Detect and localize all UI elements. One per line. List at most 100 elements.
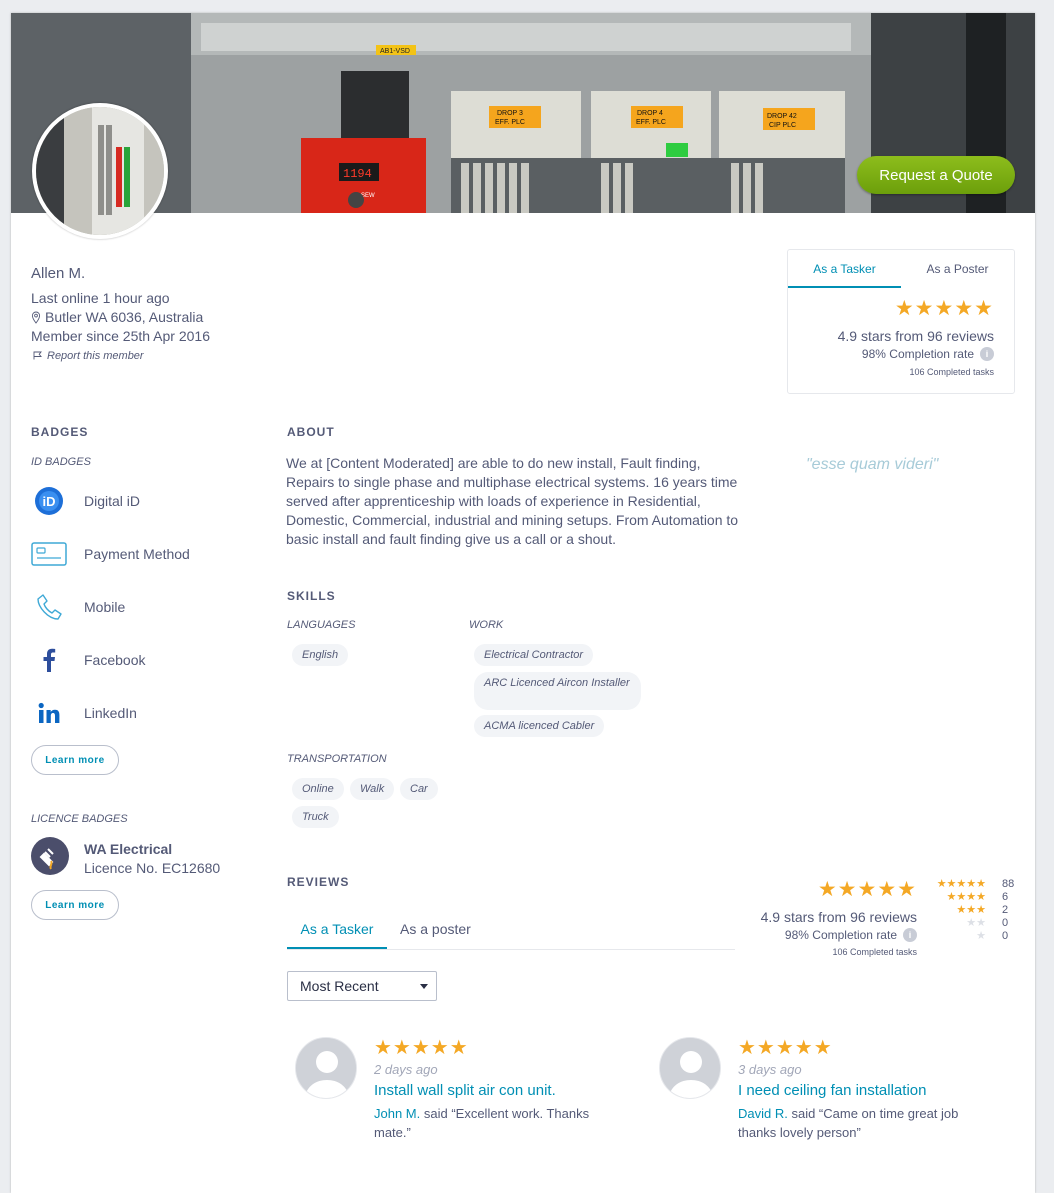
request-quote-button[interactable]: Request a Quote xyxy=(857,156,1015,194)
reviews-completion-label: Completion rate xyxy=(812,928,897,942)
review-sort-value: Most Recent xyxy=(300,978,379,994)
digital-id-icon: iD xyxy=(31,483,67,519)
badge-digital-id[interactable]: iD Digital iD xyxy=(31,483,251,519)
badge-label: Facebook xyxy=(84,652,146,668)
svg-text:iD: iD xyxy=(43,494,56,509)
distribution-count: 0 xyxy=(1002,930,1009,942)
skill-chip: English xyxy=(292,644,349,666)
transportation-title: TRANSPORTATION xyxy=(287,753,387,765)
reviewer-avatar xyxy=(659,1037,721,1099)
member-since: Member since 25th Apr 2016 xyxy=(31,328,210,344)
member-name: Allen M. xyxy=(31,265,86,282)
rating-distribution-row: ★★ 0 xyxy=(930,917,1020,930)
distribution-count: 0 xyxy=(1002,917,1009,929)
reviews-completion-rate: 98% Completion rate i xyxy=(785,928,917,942)
review-date: 3 days ago xyxy=(738,1062,802,1077)
last-online: Last online 1 hour ago xyxy=(31,290,170,306)
info-icon[interactable]: i xyxy=(980,347,994,361)
languages-title: LANGUAGES xyxy=(287,619,356,631)
distribution-count: 6 xyxy=(1002,891,1009,903)
learn-more-id-button[interactable]: Learn more xyxy=(31,745,119,775)
phone-icon xyxy=(31,589,67,625)
user-silhouette-icon xyxy=(660,1038,720,1098)
location-pin-icon xyxy=(31,311,41,324)
cover-label-drop4: DROP 4 xyxy=(637,110,663,117)
tab-as-poster[interactable]: As a Poster xyxy=(901,250,1014,288)
skill-chip: Car xyxy=(400,778,438,800)
review-stars: ★★★★★ xyxy=(374,1037,469,1059)
flag-icon xyxy=(33,351,42,360)
badge-label: Payment Method xyxy=(84,546,190,562)
location-text: Butler WA 6036, Australia xyxy=(45,309,204,325)
completion-rate: 98% Completion rate i xyxy=(862,347,994,361)
distribution-count: 88 xyxy=(1002,878,1015,890)
review-body: David R. said “Came on time great job th… xyxy=(738,1104,988,1142)
badge-mobile[interactable]: Mobile xyxy=(31,589,251,625)
distribution-stars: ★★★★★ xyxy=(936,878,986,890)
review-date: 2 days ago xyxy=(374,1062,438,1077)
reviewer-name-link[interactable]: John M. xyxy=(374,1106,420,1121)
id-badges-title: ID BADGES xyxy=(31,456,91,468)
user-silhouette-icon xyxy=(296,1038,356,1098)
badge-payment-method[interactable]: Payment Method xyxy=(31,536,251,572)
skill-chip: Electrical Contractor xyxy=(474,644,594,666)
badges-title: BADGES xyxy=(31,425,89,439)
tagline-quote: "esse quam videri" xyxy=(806,456,939,473)
licence-name: WA Electrical xyxy=(84,841,173,857)
learn-more-licence-button[interactable]: Learn more xyxy=(31,890,119,920)
badge-label: Digital iD xyxy=(84,493,141,509)
licence-number: Licence No. EC12680 xyxy=(84,860,221,876)
review-body: John M. said “Excellent work. Thanks mat… xyxy=(374,1104,624,1142)
rating-distribution-row: ★ 0 xyxy=(930,930,1020,943)
chevron-down-icon xyxy=(420,984,428,989)
cover-label-drop4-sub: EFF. PLC xyxy=(636,119,666,126)
skill-chip: ACMA licenced Cabler xyxy=(474,715,605,737)
tab-as-tasker[interactable]: As a Tasker xyxy=(788,250,901,288)
about-title: ABOUT xyxy=(287,425,335,439)
completed-tasks: 106 Completed tasks xyxy=(909,367,994,377)
skill-chip: Truck xyxy=(292,806,339,828)
rating-summary-box: As a Tasker As a Poster ★★★★★ 4.9 stars … xyxy=(787,249,1015,394)
review-task-title[interactable]: Install wall split air con unit. xyxy=(374,1082,556,1099)
avatar xyxy=(32,103,168,239)
review-item: ★★★★★ 2 days ago Install wall split air … xyxy=(295,1035,635,1145)
review-task-title[interactable]: I need ceiling fan installation xyxy=(738,1082,926,1099)
cover-drive-readout: 1194 xyxy=(343,167,372,181)
report-member-link[interactable]: Report this member xyxy=(33,350,144,362)
reviews-tab-as-poster[interactable]: As a poster xyxy=(400,909,490,949)
work-title: WORK xyxy=(469,619,504,631)
reviewer-name-link[interactable]: David R. xyxy=(738,1106,788,1121)
info-icon[interactable]: i xyxy=(903,928,917,942)
facebook-icon xyxy=(31,642,67,678)
distribution-stars: ★★★ xyxy=(956,904,986,916)
completion-label: Completion rate xyxy=(889,347,974,361)
reviewer-avatar xyxy=(295,1037,357,1099)
review-stars: ★★★★★ xyxy=(738,1037,833,1059)
linkedin-icon xyxy=(31,695,67,731)
skills-title: SKILLS xyxy=(287,589,336,603)
reviews-completion-pct: 98% xyxy=(784,928,809,942)
completion-pct: 98% xyxy=(861,347,886,361)
distribution-stars: ★ xyxy=(976,930,986,942)
rating-text: 4.9 stars from 96 reviews xyxy=(837,328,994,344)
cover-label-drop3: DROP 3 xyxy=(497,110,523,117)
reviews-title: REVIEWS xyxy=(287,875,350,889)
badge-facebook[interactable]: Facebook xyxy=(31,642,251,678)
report-member-label: Report this member xyxy=(47,350,144,362)
profile-card: AB1-VSD 1194 SEW DROP 3 EFF. PLC DROP 4 … xyxy=(11,13,1035,1193)
reviews-tabs-divider xyxy=(287,949,735,950)
distribution-count: 2 xyxy=(1002,904,1009,916)
cover-label-drop3-sub: EFF. PLC xyxy=(495,119,525,126)
location-line: Butler WA 6036, Australia xyxy=(31,309,203,325)
reviews-rating-stars: ★★★★★ xyxy=(817,878,917,901)
badge-linkedin[interactable]: LinkedIn xyxy=(31,695,251,731)
badge-label: LinkedIn xyxy=(84,705,137,721)
review-sort-select[interactable]: Most Recent xyxy=(287,971,437,1001)
skill-chip: Walk xyxy=(350,778,395,800)
badge-label: Mobile xyxy=(84,599,126,615)
reviews-completed-tasks: 106 Completed tasks xyxy=(832,947,917,957)
distribution-stars: ★★ xyxy=(966,917,986,929)
card-icon xyxy=(31,536,67,572)
reviews-tab-as-tasker[interactable]: As a Tasker xyxy=(287,909,387,949)
skill-chip: ARC Licenced Aircon Installer xyxy=(474,672,641,710)
